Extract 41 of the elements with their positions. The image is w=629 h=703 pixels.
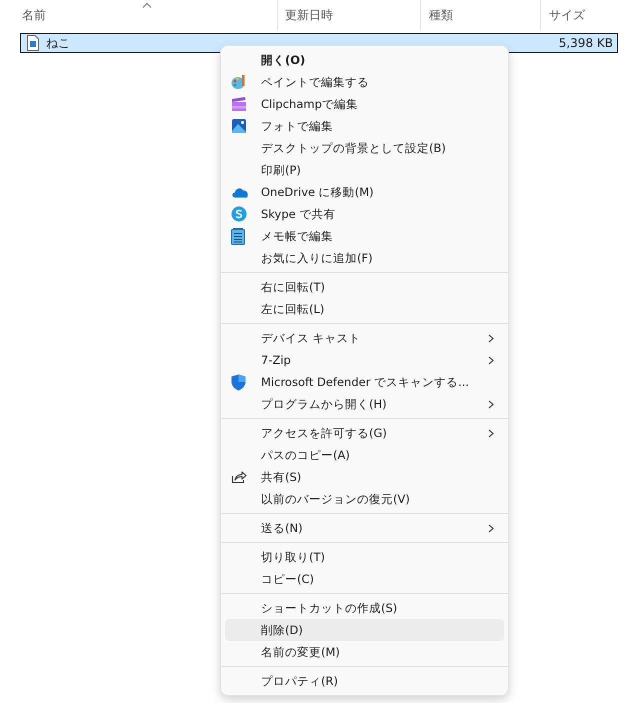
menu-item[interactable]: Clipchampで編集: [225, 93, 504, 115]
share-icon: [231, 470, 247, 484]
menu-item[interactable]: メモ帳で編集: [225, 225, 504, 247]
menu-item[interactable]: 右に回転(T): [225, 276, 504, 298]
menu-item[interactable]: デスクトップの背景として設定(B): [225, 137, 504, 159]
menu-item[interactable]: ペイントで編集する: [225, 71, 504, 93]
menu-item[interactable]: Skype で共有: [225, 203, 504, 225]
notepad-icon: [231, 228, 245, 244]
menu-item[interactable]: ショートカットの作成(S): [225, 597, 504, 619]
menu-item[interactable]: 7-Zip: [225, 349, 504, 371]
menu-item[interactable]: デバイス キャスト: [225, 327, 504, 349]
menu-item[interactable]: パスのコピー(A): [225, 444, 504, 466]
menu-item[interactable]: 印刷(P): [225, 159, 504, 181]
column-header[interactable]: サイズ: [549, 6, 585, 24]
image-file-icon: [26, 35, 40, 51]
menu-item[interactable]: アクセスを許可する(G): [225, 422, 504, 444]
menu-item[interactable]: 左に回転(L): [225, 298, 504, 320]
menu-item[interactable]: OneDrive に移動(M): [225, 181, 504, 203]
column-header[interactable]: 種類: [429, 6, 453, 24]
cloud-icon: [231, 186, 249, 198]
menu-item[interactable]: 共有(S): [225, 466, 504, 488]
menu-item[interactable]: お気に入りに追加(F): [225, 247, 504, 269]
menu-item[interactable]: プログラムから開く(H): [225, 393, 504, 415]
clapperboard-icon: [231, 96, 247, 112]
photo-icon: [231, 118, 247, 134]
palette-icon: [231, 74, 247, 90]
menu-item[interactable]: Microsoft Defender でスキャンする...: [225, 371, 504, 393]
skype-icon: [231, 206, 247, 222]
column-header[interactable]: 名前: [22, 6, 46, 24]
menu-item[interactable]: 以前のバージョンの復元(V): [225, 488, 504, 510]
menu-item[interactable]: フォトで編集: [225, 115, 504, 137]
menu-item[interactable]: コピー(C): [225, 568, 504, 590]
column-header[interactable]: 更新日時: [285, 6, 333, 24]
file-size: 5,398 KB: [558, 36, 613, 50]
menu-item[interactable]: 送る(N): [225, 517, 504, 539]
menu-item[interactable]: 切り取り(T): [225, 546, 504, 568]
file-name: ねこ: [46, 34, 70, 52]
menu-item[interactable]: プロパティ(R): [225, 670, 504, 692]
shield-icon: [231, 374, 246, 390]
menu-item[interactable]: 名前の変更(M): [225, 641, 504, 663]
menu-item[interactable]: 削除(D): [225, 619, 504, 641]
